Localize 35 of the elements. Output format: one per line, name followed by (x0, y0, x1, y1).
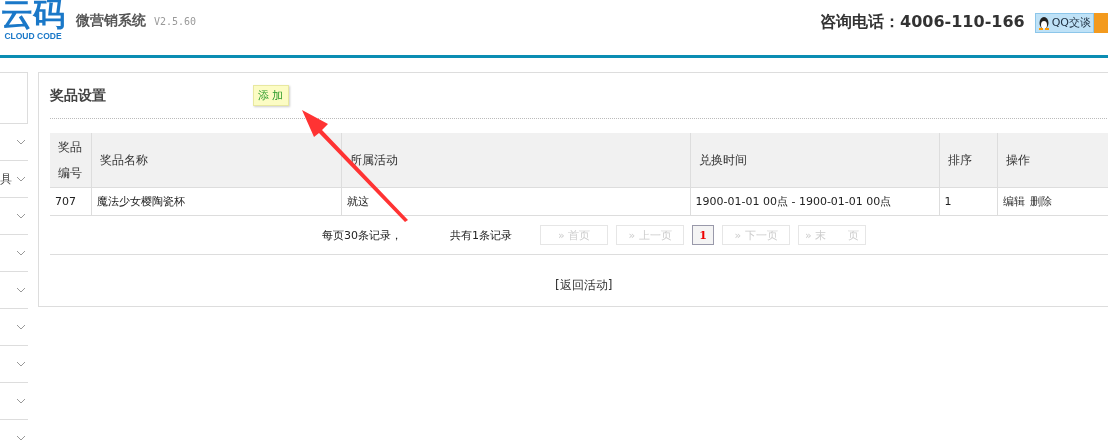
logo-caption: CLOUD CODE (4, 30, 62, 41)
chevron-icon (16, 213, 26, 219)
chevron-icon (16, 176, 26, 182)
chevron-icon (16, 435, 26, 441)
chevron-icon (16, 398, 26, 404)
column-header: 奖品名称 (91, 133, 341, 188)
back-link[interactable]: [返回活动] (555, 277, 613, 294)
panel-title: 奖品设置 (50, 86, 107, 105)
sidebar-header (0, 72, 28, 124)
action-link[interactable]: 编辑 (1002, 195, 1025, 208)
penguin-icon (1037, 15, 1050, 30)
column-header: 兑换时间 (690, 133, 939, 188)
chevron-icon (16, 250, 26, 256)
qq-chat-button[interactable]: QQ交谈 (1034, 12, 1094, 33)
column-header: 排序 (939, 133, 997, 188)
action-link[interactable]: 删除 (1029, 195, 1052, 208)
per-page-text: 每页30条记录， (322, 227, 402, 243)
chevron-icon (16, 324, 26, 330)
version-label: V2.5.60 (154, 16, 197, 27)
chevron-icon (16, 361, 26, 367)
sidebar-item[interactable]: 具 (0, 161, 28, 198)
table-cell: 魔法少女樱陶瓷杯 (91, 187, 341, 216)
chevron-icon (16, 139, 26, 145)
qq-side-tab[interactable] (1094, 12, 1108, 33)
table-cell: 1900-01-01 00点 - 1900-01-01 00点 (690, 187, 939, 216)
system-name: 微营销系统 (76, 11, 146, 30)
column-header: 操作 (997, 133, 1108, 188)
table-cell: 1 (939, 187, 997, 216)
total-records-text: 共有1条记录 (450, 227, 512, 243)
chevron-icon (16, 287, 26, 293)
add-button[interactable]: 添 加 (253, 85, 289, 106)
page-number-button[interactable]: 1 (692, 225, 714, 245)
table-cell: 707 (50, 187, 91, 216)
hotline: 咨询电话：4006-110-166 (820, 12, 1025, 33)
column-header: 奖品编号 (50, 133, 91, 188)
